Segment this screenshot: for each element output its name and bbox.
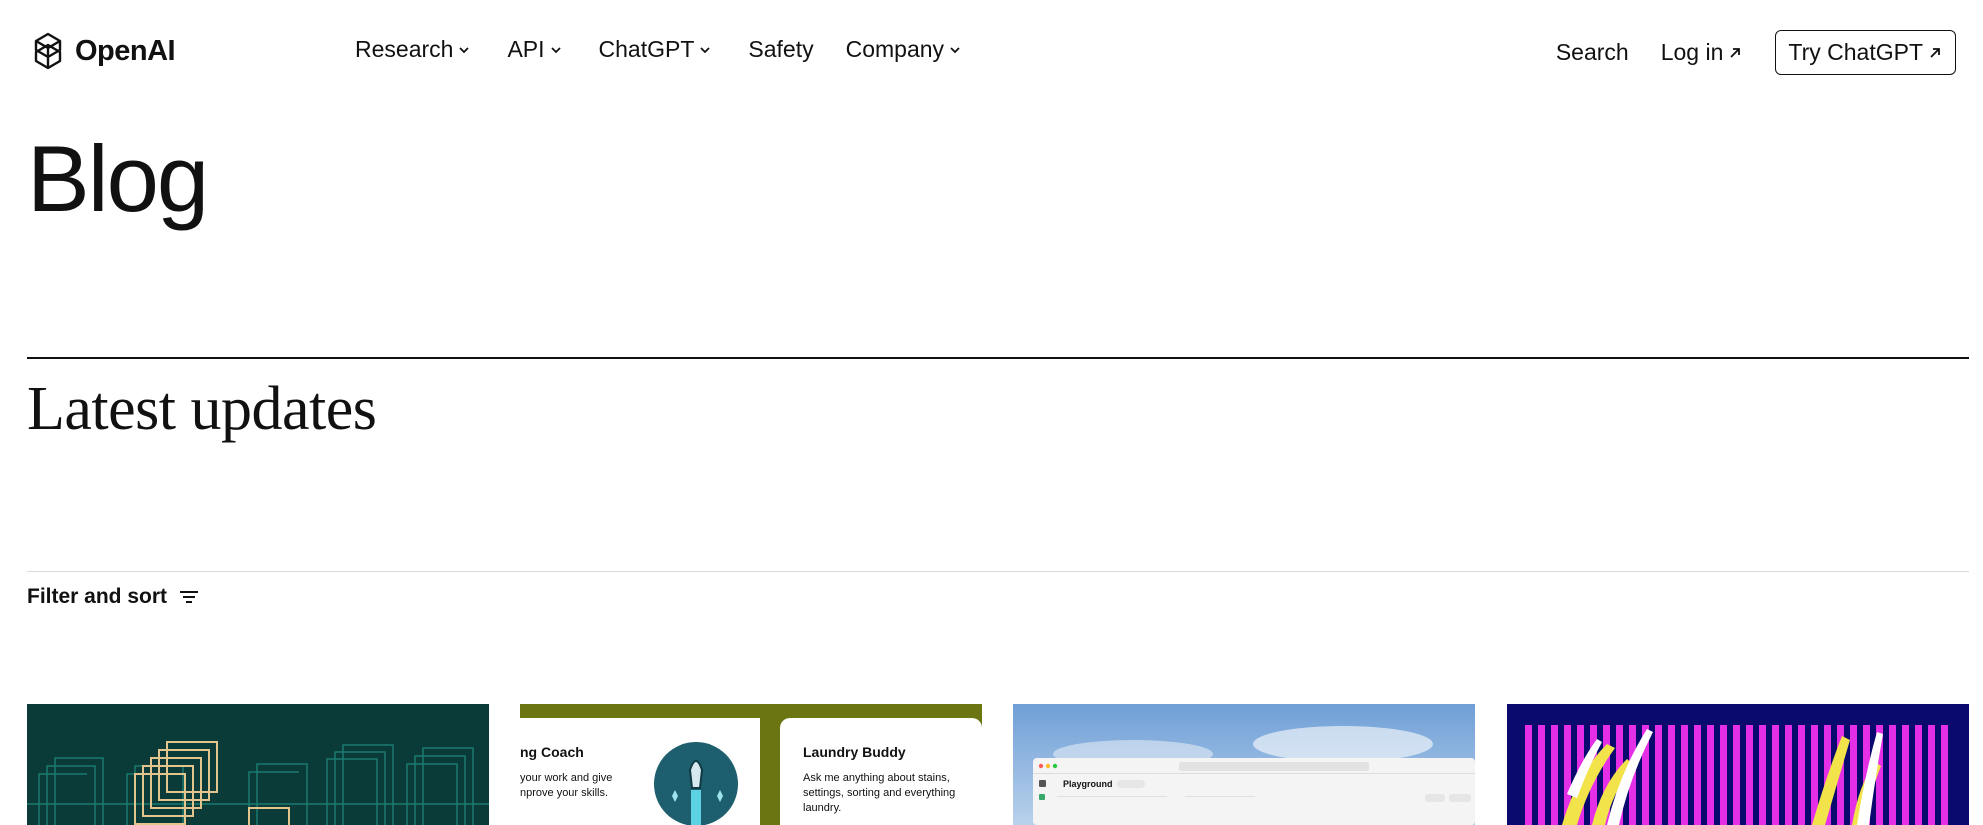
nav-research[interactable]: Research <box>355 36 471 63</box>
nav-research-label: Research <box>355 36 454 62</box>
section-title: Latest updates <box>27 375 377 443</box>
post-card[interactable]: ng Coach your work and give nprove your … <box>520 704 982 825</box>
chevron-down-icon <box>459 46 470 53</box>
nav-safety[interactable]: Safety <box>748 36 813 63</box>
card-left-body-1: your work and give <box>520 772 613 784</box>
nav-api-label: API <box>507 36 545 62</box>
filter-and-sort-button[interactable]: Filter and sort <box>27 585 201 609</box>
try-chatgpt-label: Try ChatGPT <box>1788 39 1923 65</box>
arrow-up-right-icon <box>1730 47 1741 58</box>
playground-window-title: Playground <box>1063 779 1113 789</box>
post-card[interactable]: Playground <box>1013 704 1475 825</box>
filter-label: Filter and sort <box>27 585 168 608</box>
top-navigation: OpenAI Research API ChatGPT Safety Compa… <box>0 0 1983 104</box>
card-right-body-1: Ask me anything about stains, <box>803 772 950 784</box>
magenta-stripes-art-image <box>1507 704 1969 825</box>
openai-logo-icon <box>34 32 62 70</box>
card-right-body-3: laundry. <box>803 802 842 814</box>
login-label: Log in <box>1660 39 1724 65</box>
nav-chatgpt[interactable]: ChatGPT <box>599 36 713 63</box>
card-left-title: ng Coach <box>520 744 584 760</box>
card-right-title: Laundry Buddy <box>803 744 906 760</box>
filter-icon <box>180 591 199 603</box>
playground-screenshot-image <box>1013 704 1475 825</box>
page-title: Blog <box>27 126 209 231</box>
post-card[interactable] <box>27 704 489 825</box>
post-card[interactable] <box>1507 704 1969 825</box>
nav-company-label: Company <box>845 36 945 62</box>
filter-divider <box>27 571 1969 572</box>
search-link[interactable]: Search <box>1556 39 1629 66</box>
card-left-body-2: nprove your skills. <box>520 787 609 799</box>
login-link[interactable]: Log in <box>1661 39 1744 66</box>
try-chatgpt-button[interactable]: Try ChatGPT <box>1775 30 1956 75</box>
section-divider <box>27 357 1969 359</box>
post-grid: ng Coach your work and give nprove your … <box>27 704 1969 825</box>
nav-chatgpt-label: ChatGPT <box>598 36 695 62</box>
arrow-up-right-icon <box>1930 47 1940 58</box>
gpt-cards-collage-image <box>520 704 982 825</box>
nav-safety-label: Safety <box>748 36 814 62</box>
search-label: Search <box>1555 39 1629 65</box>
nav-actions: Search Log in Try ChatGPT <box>1556 30 1956 75</box>
chevron-down-icon <box>950 46 960 53</box>
brand-logo[interactable]: OpenAI <box>27 30 176 72</box>
primary-nav: Research API ChatGPT Safety Company <box>355 36 962 63</box>
card-right-body-2: settings, sorting and everything <box>803 787 956 799</box>
brand-name: OpenAI <box>75 34 176 67</box>
teal-squares-pattern-image <box>27 704 489 825</box>
chevron-down-icon <box>700 46 711 53</box>
nav-api[interactable]: API <box>507 36 562 63</box>
nav-company[interactable]: Company <box>846 36 962 63</box>
chevron-down-icon <box>550 46 561 53</box>
